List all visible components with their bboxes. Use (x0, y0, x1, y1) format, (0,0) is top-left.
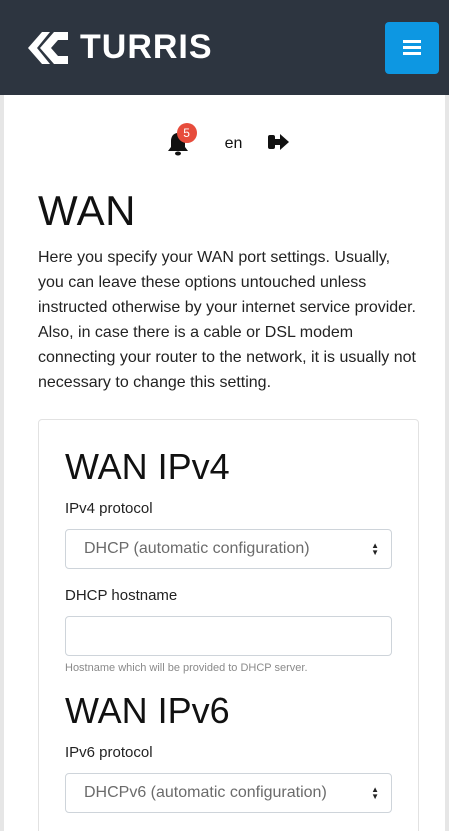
wan-ipv6-heading: WAN IPv6 (65, 690, 230, 731)
notifications-count-badge: 5 (176, 123, 197, 143)
top-navbar: TURRIS (0, 0, 449, 95)
page-title: WAN (38, 187, 136, 234)
wan-settings-card: WAN IPv4 IPv4 protocol DHCP (automatic c… (38, 419, 419, 831)
user-toolbar: 5 en (38, 123, 419, 159)
hamburger-menu-icon (403, 37, 421, 58)
logout-icon (268, 133, 290, 150)
ipv6-protocol-value: DHCPv6 (automatic configuration) (84, 784, 327, 801)
turris-brand-link[interactable]: TURRIS (24, 26, 213, 70)
main-content: 5 en WAN Here you specify your WAN port … (0, 95, 449, 831)
language-selector[interactable]: en (225, 135, 243, 153)
brand-name: TURRIS (80, 28, 213, 66)
page-description: Here you specify your WAN port settings.… (38, 249, 416, 391)
dhcp-hostname-label: DHCP hostname (65, 587, 178, 604)
ipv6-protocol-label: IPv6 protocol (65, 744, 153, 761)
select-caret-icon: ▲ ▼ (371, 785, 379, 801)
ipv4-protocol-select[interactable]: DHCP (automatic configuration) ▲ ▼ (65, 529, 392, 569)
ipv4-protocol-label: IPv4 protocol (65, 500, 153, 517)
wan-ipv4-heading: WAN IPv4 (65, 446, 230, 487)
dhcp-hostname-input[interactable] (65, 616, 392, 656)
logout-button[interactable] (268, 133, 290, 156)
ipv6-protocol-select[interactable]: DHCPv6 (automatic configuration) ▲ ▼ (65, 773, 392, 813)
ipv4-protocol-value: DHCP (automatic configuration) (84, 540, 310, 557)
turris-logo-icon (28, 31, 68, 64)
dhcp-hostname-help: Hostname which will be provided to DHCP … (65, 662, 308, 674)
menu-toggle-button[interactable] (385, 21, 439, 74)
select-caret-icon: ▲ ▼ (371, 541, 379, 557)
notifications-button[interactable]: 5 (167, 123, 197, 156)
